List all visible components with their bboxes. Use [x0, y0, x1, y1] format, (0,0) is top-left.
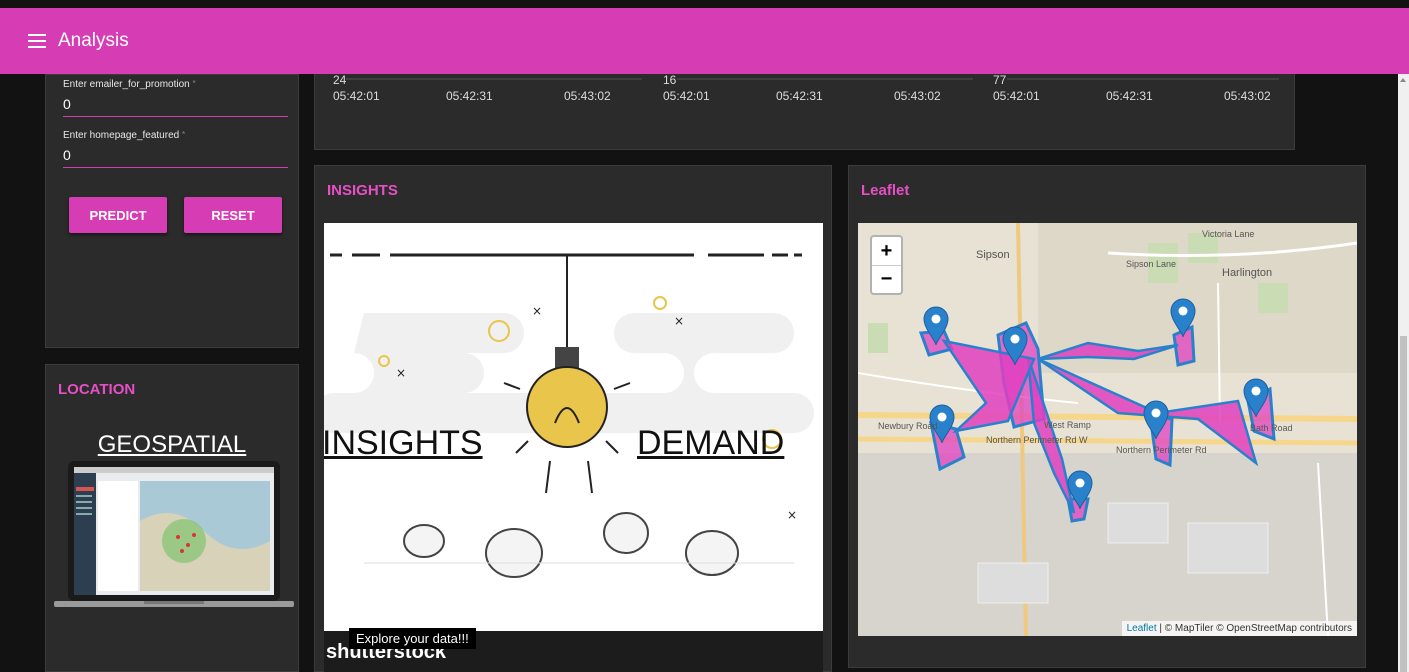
map-label: Northern Perimeter Rd	[1116, 445, 1207, 455]
app-bar: Analysis	[0, 8, 1409, 74]
svg-text:×: ×	[787, 508, 797, 522]
page-scrollbar[interactable]	[1398, 74, 1409, 672]
field-value[interactable]: 0	[63, 144, 288, 167]
insights-title: INSIGHTS	[327, 182, 398, 199]
chart-value-label: 16	[663, 73, 677, 87]
svg-text:×: ×	[396, 366, 406, 380]
map-attribution: Leaflet | © MapTiler © OpenStreetMap con…	[1121, 621, 1357, 636]
zoom-in-button[interactable]: +	[872, 237, 901, 265]
insights-card: INSIGHTS × × × × INSIGHTS DEMAND shutter…	[314, 165, 832, 672]
tick-label: 05:42:01	[993, 89, 1040, 103]
laptop-image	[54, 461, 294, 607]
scroll-up-icon[interactable]	[1400, 78, 1406, 82]
leaflet-title: Leaflet	[861, 182, 910, 199]
tick-label: 05:42:01	[663, 89, 710, 103]
chart-value-label: 24	[333, 73, 347, 87]
map-label: Northern Perimeter Rd W	[986, 435, 1088, 445]
zoom-control: + −	[870, 235, 903, 295]
tick-label: 05:42:31	[446, 89, 493, 103]
geospatial-heading: GEOSPATIAL	[97, 431, 247, 458]
tick-label: 05:42:31	[776, 89, 823, 103]
location-card: LOCATION GEOSPATIAL	[45, 364, 299, 672]
tick-label: 05:43:02	[894, 89, 941, 103]
location-title: LOCATION	[58, 381, 136, 398]
map-label: Harlington	[1222, 267, 1273, 279]
app-title: Analysis	[58, 30, 129, 51]
map-label: Newbury Road	[878, 421, 938, 431]
homepage-featured-field[interactable]: Enter homepage_featured * 0	[63, 130, 288, 168]
leaflet-link[interactable]: Leaflet	[1127, 623, 1157, 634]
reset-button[interactable]: RESET	[184, 197, 282, 233]
zoom-out-button[interactable]: −	[872, 265, 901, 293]
tooltip: Explore your data!!!	[349, 628, 476, 649]
tick-label: 05:43:02	[1224, 89, 1271, 103]
leaflet-map[interactable]: Sipson Harlington Sipson Lane West Ramp …	[858, 223, 1357, 636]
map-label: Sipson	[976, 249, 1010, 261]
tick-label: 05:42:31	[1106, 89, 1153, 103]
insights-image: × × × × INSIGHTS DEMAND shutterstock Explor…	[324, 223, 823, 672]
tick-label: 05:42:01	[333, 89, 380, 103]
field-value[interactable]: 0	[63, 93, 288, 116]
chart-value-label: 77	[993, 73, 1007, 87]
map-label: Victoria Lane	[1202, 229, 1255, 239]
attribution-text: | © MapTiler © OpenStreetMap contributor…	[1156, 623, 1352, 634]
map-label: Bath Road	[1250, 423, 1293, 433]
predict-button[interactable]: PREDICT	[69, 197, 167, 233]
map-label: Sipson Lane	[1126, 259, 1177, 269]
svg-text:×: ×	[532, 304, 542, 318]
demand-word: DEMAND	[637, 424, 785, 462]
emailer-for-promotion-field[interactable]: Enter emailer_for_promotion * 0	[63, 79, 288, 117]
map-label: West Ramp	[1044, 420, 1091, 430]
field-label: Enter emailer_for_promotion	[63, 79, 190, 90]
leaflet-card: Leaflet Sipson Harlington Sipson Lane We…	[848, 165, 1366, 668]
field-label: Enter homepage_featured	[63, 130, 180, 141]
menu-icon[interactable]	[28, 34, 46, 48]
prediction-form-card: Enter emailer_for_promotion * 0 Enter ho…	[45, 74, 299, 348]
scroll-thumb[interactable]	[1400, 336, 1407, 672]
insights-word: INSIGHTS	[324, 424, 483, 462]
svg-text:×: ×	[674, 314, 684, 328]
tick-label: 05:43:02	[564, 89, 611, 103]
